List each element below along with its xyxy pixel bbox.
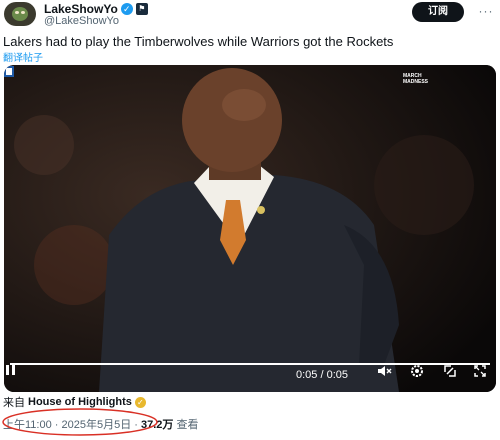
pause-icon[interactable] <box>4 363 18 377</box>
user-handle[interactable]: @LakeShowYo <box>44 15 119 27</box>
display-name[interactable]: LakeShowYo <box>44 2 118 16</box>
march-madness-logo-text: MARCH MADNESS <box>403 73 429 85</box>
name-row: LakeShowYo ✓ ⚑ <box>44 2 148 16</box>
translate-post-link[interactable]: 翻译帖子 <box>3 49 43 64</box>
pepe-avatar-image <box>12 7 28 21</box>
settings-gear-icon[interactable] <box>409 363 425 379</box>
march-madness-logo <box>4 66 14 77</box>
video-frame <box>4 65 496 392</box>
fullscreen-icon[interactable] <box>442 363 458 379</box>
video-player[interactable]: MARCH MADNESS 0:05 / 0:05 <box>4 65 496 392</box>
red-annotation-circle <box>2 408 158 436</box>
affiliate-badge-icon[interactable]: ⚑ <box>135 3 148 15</box>
time-display: 0:05 / 0:05 <box>296 369 348 381</box>
tweet-header: LakeShowYo ✓ ⚑ @LakeShowYo 订阅 ··· <box>0 0 500 30</box>
avatar[interactable] <box>4 2 36 26</box>
more-options-icon[interactable]: ··· <box>478 5 494 17</box>
views-label: 查看 <box>176 419 199 431</box>
video-controls: 0:05 / 0:05 <box>4 363 496 392</box>
tweet-text: Lakers had to play the Timberwolves whil… <box>3 34 394 49</box>
volume-muted-icon[interactable] <box>376 363 392 379</box>
verified-check-icon: ✓ <box>120 3 133 15</box>
expand-icon[interactable] <box>472 363 488 379</box>
subscribe-button[interactable]: 订阅 <box>412 2 464 22</box>
